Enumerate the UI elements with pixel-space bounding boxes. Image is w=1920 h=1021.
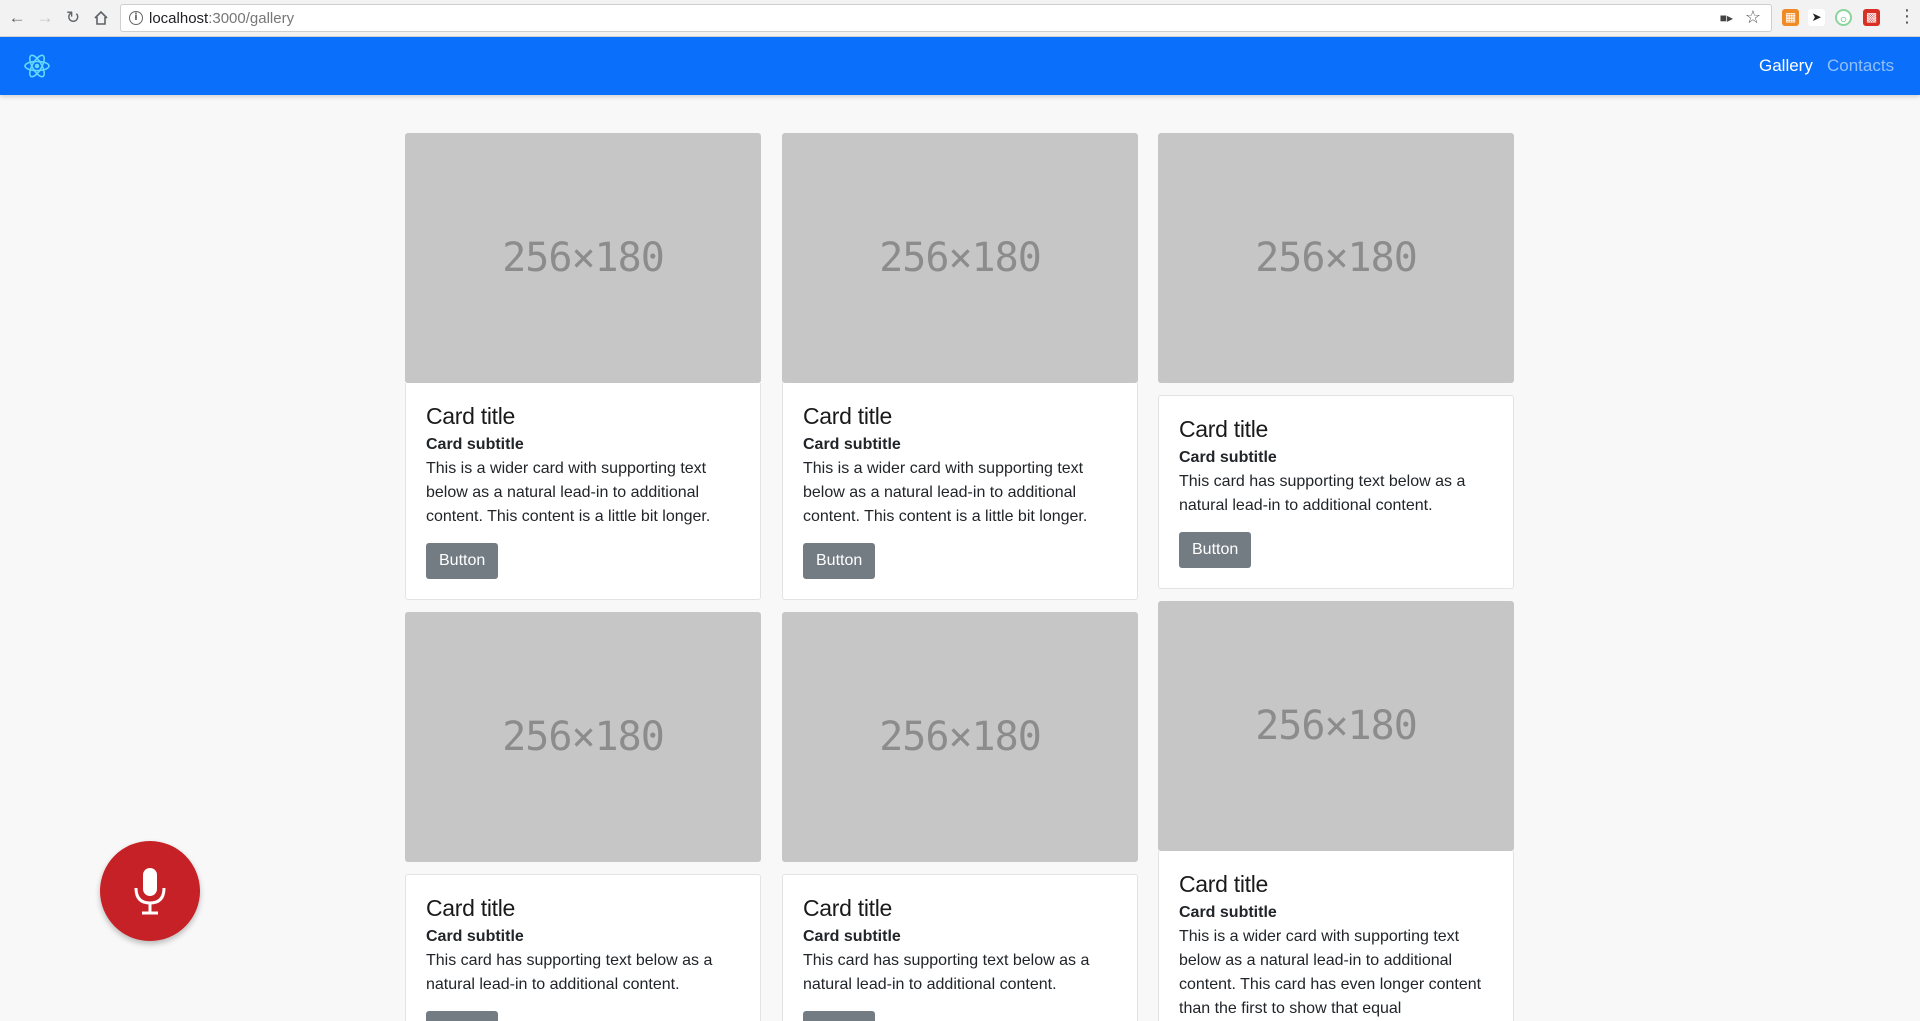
card-body: Card title Card subtitle This card has s… bbox=[1158, 395, 1514, 589]
back-icon[interactable]: ← bbox=[6, 7, 28, 29]
address-bar[interactable]: i localhost:3000/gallery ■▸ ☆ bbox=[120, 4, 1772, 32]
card-image-placeholder: 256×180 bbox=[782, 612, 1138, 862]
card-body: Card title Card subtitle This is a wider… bbox=[782, 383, 1138, 600]
card-body: Card title Card subtitle This is a wider… bbox=[405, 383, 761, 600]
card-text: This is a wider card with supporting tex… bbox=[426, 460, 711, 525]
placeholder-size-label: 256×180 bbox=[502, 235, 665, 281]
gallery-card: 256×180 Card title Card subtitle This is… bbox=[782, 133, 1138, 600]
card-image-placeholder: 256×180 bbox=[782, 133, 1138, 383]
gallery-card: 256×180 Card title Card subtitle This is… bbox=[405, 133, 761, 600]
card-image-placeholder: 256×180 bbox=[405, 133, 761, 383]
gallery-card: 256×180 Card title Card subtitle This ca… bbox=[782, 612, 1138, 1021]
card-image-placeholder: 256×180 bbox=[405, 612, 761, 862]
react-logo-icon[interactable] bbox=[23, 52, 51, 80]
card-title: Card title bbox=[1179, 416, 1269, 442]
card-subtitle: Card subtitle bbox=[803, 436, 901, 453]
gallery-card: 256×180 Card title Card subtitle This is… bbox=[1158, 601, 1514, 1021]
microphone-button[interactable] bbox=[100, 841, 200, 941]
browser-menu-icon[interactable]: ⋮ bbox=[1898, 6, 1916, 27]
card-subtitle: Card subtitle bbox=[1179, 904, 1277, 921]
app-navbar: Gallery Contacts bbox=[0, 37, 1920, 95]
gallery-column-3: 256×180 Card title Card subtitle This ca… bbox=[1158, 133, 1514, 1021]
card-text: This is a wider card with supporting tex… bbox=[803, 460, 1088, 525]
card-text: This card has supporting text below as a… bbox=[426, 952, 713, 993]
forward-icon[interactable]: → bbox=[34, 7, 56, 29]
reload-icon[interactable]: ↻ bbox=[62, 7, 84, 29]
browser-toolbar: ← → ↻ i localhost:3000/gallery ■▸ ☆ ▦ ➤ … bbox=[0, 0, 1920, 37]
card-title: Card title bbox=[803, 895, 893, 921]
card-body: Card title Card subtitle This card has s… bbox=[782, 874, 1138, 1021]
card-image-placeholder: 256×180 bbox=[1158, 601, 1514, 851]
url-host: localhost bbox=[149, 10, 209, 27]
placeholder-size-label: 256×180 bbox=[1255, 235, 1418, 281]
card-text: This card has supporting text below as a… bbox=[1179, 473, 1466, 514]
microphone-icon bbox=[134, 868, 166, 915]
card-button[interactable]: Button bbox=[426, 543, 499, 579]
gallery-card: 256×180 Card title Card subtitle This ca… bbox=[1158, 133, 1514, 589]
calculator-extension-icon[interactable]: ▦ bbox=[1782, 9, 1799, 26]
card-subtitle: Card subtitle bbox=[426, 436, 524, 453]
card-subtitle: Card subtitle bbox=[426, 928, 524, 945]
card-subtitle: Card subtitle bbox=[1179, 449, 1277, 466]
gallery-column-2: 256×180 Card title Card subtitle This is… bbox=[782, 133, 1138, 1021]
placeholder-size-label: 256×180 bbox=[879, 714, 1042, 760]
url-path: :3000/gallery bbox=[208, 10, 295, 27]
card-button[interactable]: Button bbox=[803, 543, 876, 579]
card-text: This card has supporting text below as a… bbox=[803, 952, 1090, 993]
nav-link-contacts[interactable]: Contacts bbox=[1827, 56, 1894, 76]
card-title: Card title bbox=[803, 403, 893, 429]
card-title: Card title bbox=[426, 403, 516, 429]
card-button[interactable]: Button bbox=[803, 1011, 876, 1021]
placeholder-size-label: 256×180 bbox=[879, 235, 1042, 281]
card-body: Card title Card subtitle This is a wider… bbox=[1158, 851, 1514, 1021]
red-extension-icon[interactable]: ▩ bbox=[1863, 9, 1880, 26]
card-text: This is a wider card with supporting tex… bbox=[1179, 928, 1482, 1017]
gallery-card: 256×180 Card title Card subtitle This ca… bbox=[405, 612, 761, 1021]
card-subtitle: Card subtitle bbox=[803, 928, 901, 945]
camera-icon[interactable]: ■▸ bbox=[1720, 11, 1733, 25]
placeholder-size-label: 256×180 bbox=[502, 714, 665, 760]
bookmark-star-icon[interactable]: ☆ bbox=[1745, 7, 1761, 28]
gallery-column-1: 256×180 Card title Card subtitle This is… bbox=[405, 133, 761, 1021]
card-body: Card title Card subtitle This card has s… bbox=[405, 874, 761, 1021]
home-icon[interactable] bbox=[90, 7, 112, 29]
url-text[interactable]: localhost:3000/gallery bbox=[149, 10, 294, 27]
cursor-extension-icon[interactable]: ➤ bbox=[1808, 9, 1825, 26]
info-icon[interactable]: i bbox=[129, 11, 143, 25]
card-button[interactable]: Button bbox=[1179, 532, 1252, 568]
circle-extension-icon[interactable]: ○ bbox=[1835, 9, 1852, 26]
card-title: Card title bbox=[426, 895, 516, 921]
nav-link-gallery[interactable]: Gallery bbox=[1759, 56, 1813, 76]
card-image-placeholder: 256×180 bbox=[1158, 133, 1514, 383]
placeholder-size-label: 256×180 bbox=[1255, 703, 1418, 749]
card-button[interactable]: Button bbox=[426, 1011, 499, 1021]
card-title: Card title bbox=[1179, 871, 1269, 897]
